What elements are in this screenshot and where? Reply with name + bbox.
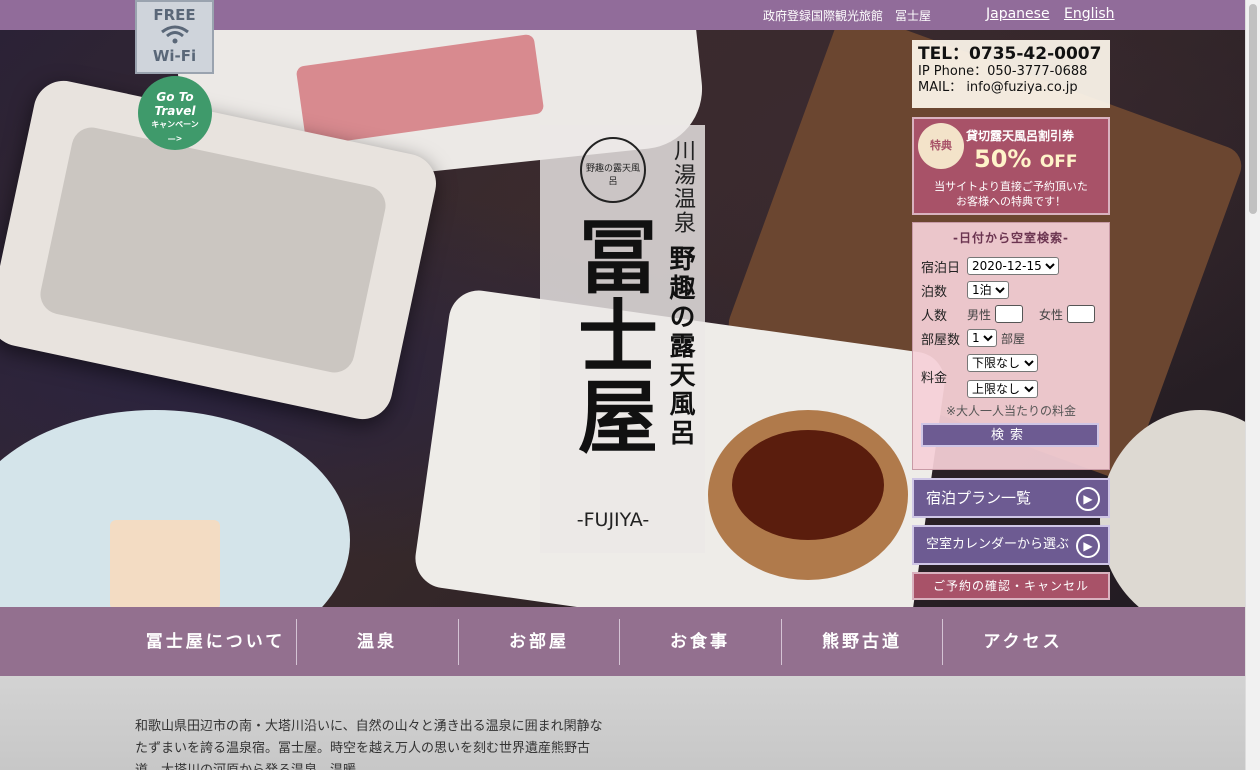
promo-note: 当サイトより直接ご予約頂いた お客様への特典です！ [914, 179, 1108, 209]
nights-select[interactable]: 1泊 [967, 281, 1009, 299]
nights-label: 泊数 [921, 284, 948, 300]
male-count-input[interactable] [995, 305, 1024, 323]
male-label: 男性 [967, 307, 992, 322]
checkin-row: 宿泊日 2020-12-15 [921, 254, 1101, 278]
logo-name: 冨士屋 [565, 215, 658, 455]
checkin-label: 宿泊日 [921, 260, 961, 276]
promo-off: OFF [1039, 152, 1078, 172]
people-label: 人数 [921, 308, 948, 324]
promo-note-line2: お客様への特典です！ [956, 195, 1066, 208]
cancel-reservation-button[interactable]: ご予約の確認・キャンセル [912, 572, 1110, 600]
nights-row: 泊数 1泊 [921, 278, 1101, 302]
price-min-select[interactable]: 下限なし [967, 354, 1038, 372]
promo-percent-value: 50% [974, 145, 1032, 173]
email-address[interactable]: MAIL： info@fuziya.co.jp [918, 80, 1104, 96]
arrow-right-icon: —> [167, 134, 183, 143]
female-label: 女性 [1039, 307, 1064, 322]
nav-about[interactable]: 冨士屋について [135, 619, 296, 665]
nav-onsen[interactable]: 温泉 [296, 619, 457, 665]
plan-list-label: 宿泊プラン一覧 [926, 489, 1032, 507]
nav-meals[interactable]: お食事 [619, 619, 780, 665]
wifi-icon [137, 24, 212, 47]
promo-title: 貸切露天風呂割引券 [966, 129, 1075, 143]
price-label: 料金 [921, 370, 948, 386]
promo-note-line1: 当サイトより直接ご予約頂いた [934, 180, 1088, 193]
calendar-label: 空室カレンダーから選ぶ [926, 537, 1070, 552]
logo-tagline: 野趣の露天風呂 [665, 245, 695, 448]
price-row: 料金 下限なし 上限なし [921, 354, 1101, 398]
page-scrollbar[interactable] [1245, 0, 1260, 770]
rooms-select[interactable]: 1 [967, 329, 997, 347]
dish-glass-bowl [0, 410, 350, 607]
scrollbar-thumb[interactable] [1249, 4, 1257, 214]
contact-box: TEL：0735-42-0007 IP Phone：050-3777-0688 … [912, 40, 1110, 108]
nav-access[interactable]: アクセス [942, 619, 1103, 665]
checkin-date-select[interactable]: 2020-12-15 [967, 257, 1059, 275]
site-info: 政府登録国際観光旅館 冨士屋 [762, 9, 931, 23]
intro-section: 和歌山県田辺市の南・大塔川沿いに、自然の山々と湧き出る温泉に囲まれ閑静なたずまい… [0, 676, 1245, 770]
logo-emblem: 野趣の露天風呂 [580, 137, 646, 203]
lang-japanese-link[interactable]: Japanese [986, 6, 1050, 22]
intro-paragraph: 和歌山県田辺市の南・大塔川沿いに、自然の山々と湧き出る温泉に囲まれ閑静なたずまい… [135, 719, 603, 770]
play-icon: ▶ [1076, 487, 1100, 511]
lang-english-link[interactable]: English [1064, 6, 1115, 22]
nav-rooms[interactable]: お部屋 [458, 619, 619, 665]
goto-line2: Travel [154, 104, 196, 118]
vacancy-search-form: -日付から空室検索- 宿泊日 2020-12-15 泊数 1泊 人数 男性 女性… [912, 222, 1110, 470]
free-wifi-badge: FREE Wi-Fi [135, 0, 214, 74]
price-note: ※大人一人当たりの料金 [945, 404, 1077, 418]
nav-kumano[interactable]: 熊野古道 [781, 619, 942, 665]
promo-percent: 50% OFF [974, 145, 1078, 173]
wifi-label: Wi-Fi [152, 47, 197, 65]
promo-banner[interactable]: 特典 貸切露天風呂割引券 50% OFF 当サイトより直接ご予約頂いた お客様へ… [912, 117, 1110, 215]
logo-panel: 野趣の露天風呂 川湯温泉 野趣の露天風呂 冨士屋 -FUJIYA- [540, 125, 705, 553]
rooms-row: 部屋数 1 部屋 [921, 326, 1101, 350]
wifi-free-text: FREE [153, 6, 196, 24]
price-max-select[interactable]: 上限なし [967, 380, 1038, 398]
dish-sauce-bowl [708, 410, 908, 580]
phone-number[interactable]: TEL：0735-42-0007 [918, 44, 1104, 64]
rooms-unit: 部屋 [1001, 331, 1026, 346]
ip-phone: IP Phone：050-3777-0688 [918, 64, 1088, 79]
promo-badge: 特典 [918, 123, 964, 169]
main-nav: 冨士屋について 温泉 お部屋 お食事 熊野古道 アクセス [0, 607, 1245, 676]
search-button[interactable]: 検索 [921, 423, 1099, 447]
logo-onsen-text: 川湯温泉 [670, 139, 695, 235]
goto-travel-badge[interactable]: Go To Travel キャンペーン —> [138, 76, 212, 150]
play-icon: ▶ [1076, 534, 1100, 558]
logo-english: -FUJIYA- [576, 509, 650, 531]
goto-line1: Go To [156, 90, 194, 104]
goto-campaign: キャンペーン [151, 120, 199, 129]
calendar-button[interactable]: 空室カレンダーから選ぶ ▶ [912, 525, 1110, 565]
plan-list-button[interactable]: 宿泊プラン一覧 ▶ [912, 478, 1110, 518]
rooms-label: 部屋数 [921, 332, 961, 348]
female-count-input[interactable] [1067, 305, 1096, 323]
people-row: 人数 男性 女性 [921, 302, 1101, 326]
search-heading: -日付から空室検索- [953, 231, 1069, 245]
